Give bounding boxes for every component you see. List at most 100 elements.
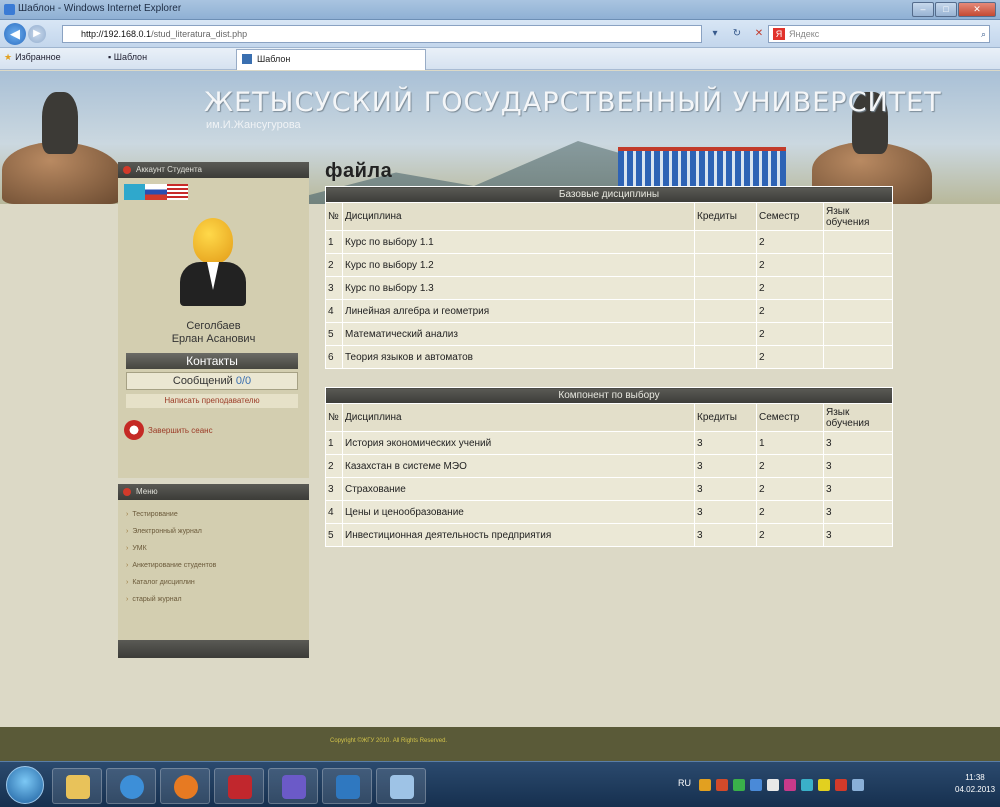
cell-discipline: Цены и ценообразование — [342, 500, 695, 524]
refresh-icon[interactable]: ↻ — [728, 25, 746, 43]
table-row: 1 Курс по выбору 1.1 2 — [325, 230, 893, 254]
volume-icon[interactable] — [852, 779, 864, 791]
cell-language: 3 — [823, 431, 893, 455]
stop-icon[interactable]: ✕ — [750, 25, 768, 43]
taskbar-filezilla[interactable] — [214, 768, 264, 804]
tab-active[interactable]: Шаблон — [236, 49, 426, 70]
col-header-language: Язык обучения — [823, 202, 893, 231]
tray-icon[interactable] — [750, 779, 762, 791]
search-input[interactable]: Я Яндекс ⌕ — [768, 25, 990, 43]
app-icon — [336, 775, 360, 799]
cell-num: 4 — [325, 299, 343, 323]
menu-item-label: Электронный журнал — [132, 528, 202, 535]
messages-button[interactable]: Сообщений 0/0 — [126, 372, 298, 390]
start-button[interactable] — [6, 766, 44, 804]
menu-item-testing[interactable]: › Тестирование — [118, 506, 309, 523]
cell-semester: 2 — [756, 299, 824, 323]
col-header-semester: Семестр — [756, 202, 824, 231]
fav-link-label: Шаблон — [113, 52, 148, 62]
clock[interactable]: 11:38 04.02.2013 — [955, 772, 995, 796]
kz-flag-icon[interactable] — [124, 184, 146, 200]
tray-icon[interactable] — [818, 779, 830, 791]
cell-semester: 2 — [756, 523, 824, 547]
menu-item-umk[interactable]: › УМК — [118, 540, 309, 557]
write-teacher-link[interactable]: Написать преподавателю — [126, 394, 298, 408]
cell-num: 3 — [325, 477, 343, 501]
cell-credits — [694, 230, 757, 254]
taskbar-app[interactable] — [322, 768, 372, 804]
taskbar-ie[interactable] — [106, 768, 156, 804]
taskbar-floppy[interactable] — [268, 768, 318, 804]
star-icon: ★ — [4, 52, 13, 62]
university-subtitle: им.И.Жансугурова — [206, 119, 301, 131]
cell-semester: 2 — [756, 322, 824, 346]
sidebar: Аккаунт Студента Сеголбаев Ерлан Асанови… — [118, 162, 309, 658]
menu-header-label: Меню — [136, 487, 158, 496]
forward-arrow-icon[interactable]: ▶ — [28, 25, 46, 43]
contacts-button[interactable]: Контакты — [126, 353, 298, 369]
cell-semester: 2 — [756, 454, 824, 478]
table-row: 6 Теория языков и автоматов 2 — [325, 345, 893, 369]
power-icon[interactable] — [124, 420, 144, 440]
table-row: 1 История экономических учений 3 1 3 — [325, 431, 893, 455]
table-header-row: № Дисциплина Кредиты Семестр Язык обучен… — [325, 202, 893, 231]
tray-icon[interactable] — [699, 779, 711, 791]
col-header-credits: Кредиты — [694, 403, 757, 432]
col-header-credits: Кредиты — [694, 202, 757, 231]
tray-icon[interactable] — [733, 779, 745, 791]
cell-credits: 3 — [694, 500, 757, 524]
cell-discipline: Линейная алгебра и геометрия — [342, 299, 695, 323]
cell-language — [823, 253, 893, 277]
maximize-button[interactable]: □ — [935, 2, 957, 17]
dropdown-icon[interactable]: ▾ — [706, 25, 724, 43]
tray-icon[interactable] — [716, 779, 728, 791]
menu-item-catalog[interactable]: › Каталог дисциплин — [118, 574, 309, 591]
address-toolbar: ◀ ▶ http://192.168.0.1/stud_literatura_d… — [0, 20, 1000, 48]
tray-icon[interactable] — [801, 779, 813, 791]
menu-item-survey[interactable]: › Анкетирование студентов — [118, 557, 309, 574]
student-firstname: Ерлан Асанович — [171, 333, 256, 345]
tray-icon[interactable] — [767, 779, 779, 791]
close-button[interactable]: ✕ — [958, 2, 996, 17]
menu-item-old-journal[interactable]: › старый журнал — [118, 591, 309, 608]
taskbar-window[interactable] — [376, 768, 426, 804]
favorites-button[interactable]: ★ Избранное — [4, 52, 61, 63]
cell-credits — [694, 276, 757, 300]
menu-list: › Тестирование › Электронный журнал › УМК ›… — [118, 500, 309, 640]
url-field[interactable]: http://192.168.0.1/stud_literatura_dist.… — [62, 25, 702, 43]
cell-language — [823, 276, 893, 300]
ru-flag-icon[interactable] — [145, 184, 167, 200]
taskbar-explorer[interactable] — [52, 768, 102, 804]
student-name: Сеголбаев Ерлан Асанович — [118, 320, 309, 346]
logout-link[interactable]: Завершить сеанс — [148, 426, 213, 435]
tray-icon[interactable] — [784, 779, 796, 791]
elective-component-table: Компонент по выбору № Дисциплина Кредиты… — [325, 387, 893, 547]
language-indicator[interactable]: RU — [678, 778, 694, 792]
cell-credits — [694, 322, 757, 346]
fav-link[interactable]: ▪ Шаблон — [108, 52, 147, 62]
menu-item-label: Тестирование — [132, 511, 178, 518]
back-arrow-icon[interactable]: ◀ — [4, 23, 26, 45]
cell-semester: 2 — [756, 500, 824, 524]
menu-item-ejournal[interactable]: › Электронный журнал — [118, 523, 309, 540]
cell-language — [823, 345, 893, 369]
cell-discipline: Курс по выбору 1.1 — [342, 230, 695, 254]
cell-language — [823, 322, 893, 346]
statue-image-left — [2, 81, 122, 204]
cell-num: 2 — [325, 253, 343, 277]
url-host: http://192.168.0.1 — [81, 29, 152, 39]
cell-discipline: История экономических учений — [342, 431, 695, 455]
minimize-button[interactable]: – — [912, 2, 934, 17]
taskbar-firefox[interactable] — [160, 768, 210, 804]
search-icon[interactable]: ⌕ — [981, 26, 986, 42]
system-tray: RU — [678, 772, 948, 798]
page-title: файла — [325, 160, 393, 182]
cell-credits: 3 — [694, 523, 757, 547]
cell-credits — [694, 299, 757, 323]
en-flag-icon[interactable] — [166, 184, 188, 200]
cell-language: 3 — [823, 523, 893, 547]
table-caption: Компонент по выбору — [325, 387, 893, 404]
tray-icon[interactable] — [835, 779, 847, 791]
col-header-num: № — [325, 403, 343, 432]
arrow-icon: › — [126, 562, 129, 569]
